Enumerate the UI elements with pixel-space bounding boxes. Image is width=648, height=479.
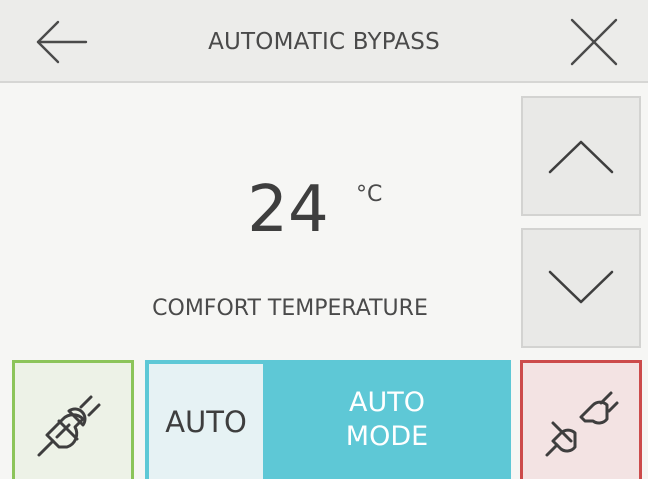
mode-toggle[interactable]: AUTO AUTO MODE bbox=[145, 360, 511, 479]
back-button[interactable] bbox=[24, 12, 100, 72]
page-title: AUTOMATIC BYPASS bbox=[208, 28, 440, 55]
header-bar: AUTOMATIC BYPASS bbox=[0, 0, 648, 83]
arrow-left-icon bbox=[36, 20, 88, 64]
temperature-label: COMFORT TEMPERATURE bbox=[152, 296, 428, 321]
disconnect-button[interactable] bbox=[520, 360, 642, 479]
temperature-value: 24 bbox=[247, 173, 329, 247]
close-button[interactable] bbox=[554, 10, 634, 74]
mode-line-2: MODE bbox=[345, 420, 429, 452]
close-icon bbox=[570, 18, 618, 66]
plug-disconnected-icon bbox=[545, 391, 619, 457]
temperature-unit: °C bbox=[356, 182, 383, 207]
mode-auto-label[interactable]: AUTO bbox=[149, 364, 263, 479]
mode-auto-mode-label[interactable]: AUTO MODE bbox=[263, 360, 511, 479]
chevron-down-icon bbox=[548, 270, 614, 304]
chevron-up-icon bbox=[548, 140, 614, 174]
decrease-temperature-button[interactable] bbox=[521, 228, 641, 348]
increase-temperature-button[interactable] bbox=[521, 96, 641, 216]
mode-line-1: AUTO bbox=[349, 386, 425, 418]
connect-button[interactable] bbox=[12, 360, 134, 479]
plug-connected-icon bbox=[37, 395, 101, 457]
